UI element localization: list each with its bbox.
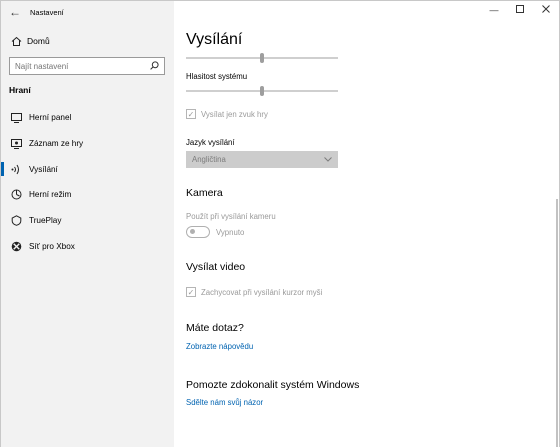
xbox-icon [9, 239, 23, 253]
camera-heading: Kamera [186, 187, 223, 199]
checkbox-label: Zachycovat při vysílání kurzor myši [201, 287, 323, 297]
sidebar-item-game-dvr[interactable]: Záznam ze hry [1, 131, 174, 157]
capture-cursor-checkbox[interactable]: ✓ Zachycovat při vysílání kurzor myši [186, 287, 322, 297]
main-content: — Vysílání Hlasitost systému ✓ Vysílat j… [174, 1, 559, 447]
toggle-switch[interactable] [186, 226, 210, 238]
help-heading: Máte dotaz? [186, 322, 244, 334]
system-volume-slider[interactable] [186, 86, 338, 96]
minimize-icon: — [489, 5, 499, 15]
language-dropdown[interactable]: Angličtina [186, 151, 338, 168]
sidebar-item-game-mode[interactable]: Herní režim [1, 182, 174, 208]
minimize-button[interactable]: — [481, 1, 507, 19]
app-title: Nastavení [30, 7, 64, 17]
back-button[interactable]: ← [1, 1, 29, 23]
toggle-knob [190, 229, 195, 234]
dropdown-value: Angličtina [192, 155, 226, 164]
checkbox-label: Vysílat jen zvuk hry [201, 109, 268, 119]
check-icon: ✓ [187, 287, 195, 297]
home-nav-item[interactable]: Domů [1, 31, 174, 51]
use-camera-label: Použít při vysílání kameru [186, 212, 276, 221]
check-icon: ✓ [187, 109, 195, 119]
game-mode-icon [9, 188, 23, 202]
close-icon [542, 5, 550, 15]
slider-thumb[interactable] [260, 53, 264, 63]
broadcast-icon [9, 162, 23, 176]
home-label: Domů [27, 36, 50, 46]
feedback-heading: Pomozte zdokonalit systém Windows [186, 379, 360, 391]
checkbox-box[interactable]: ✓ [186, 109, 196, 119]
game-bar-icon [9, 111, 23, 125]
sidebar-item-label: Záznam ze hry [29, 139, 84, 149]
volume-slider-top[interactable] [186, 53, 338, 63]
settings-window: ← Nastavení Domů Hraní Herní panel [0, 0, 560, 447]
sidebar-item-xbox-networking[interactable]: Síť pro Xbox [1, 233, 174, 259]
language-label: Jazyk vysílání [186, 138, 235, 147]
section-title: Hraní [9, 85, 31, 95]
home-icon [9, 36, 23, 47]
chevron-down-icon [324, 155, 332, 164]
sidebar-item-label: Herní panel [29, 113, 72, 123]
slider-thumb[interactable] [260, 86, 264, 96]
close-button[interactable] [533, 1, 559, 19]
maximize-icon [516, 5, 524, 15]
back-arrow-icon: ← [9, 5, 21, 19]
game-audio-only-checkbox[interactable]: ✓ Vysílat jen zvuk hry [186, 109, 268, 119]
window-controls: — [481, 1, 559, 19]
give-feedback-link[interactable]: Sdělte nám svůj názor [186, 398, 263, 407]
page-title: Vysílání [186, 31, 243, 48]
search-box[interactable] [9, 57, 165, 75]
trueplay-icon [9, 214, 23, 228]
get-help-link[interactable]: Zobrazte nápovědu [186, 342, 253, 351]
title-bar: ← Nastavení [1, 1, 174, 23]
maximize-button[interactable] [507, 1, 533, 19]
sidebar-nav: Herní panel Záznam ze hry Vysílání Herní… [1, 105, 174, 259]
sidebar-item-broadcast[interactable]: Vysílání [1, 156, 174, 182]
toggle-state-label: Vypnuto [216, 227, 245, 237]
broadcast-video-heading: Vysílat video [186, 261, 246, 273]
scrollbar[interactable] [556, 199, 558, 447]
game-dvr-icon [9, 137, 23, 151]
sidebar-item-label: Síť pro Xbox [29, 241, 75, 251]
sidebar-item-label: Herní režim [29, 190, 72, 200]
sidebar-item-trueplay[interactable]: TruePlay [1, 208, 174, 234]
system-volume-label: Hlasitost systému [186, 72, 248, 81]
checkbox-box[interactable]: ✓ [186, 287, 196, 297]
sidebar-item-label: TruePlay [29, 216, 62, 226]
sidebar-item-game-bar[interactable]: Herní panel [1, 105, 174, 131]
sidebar: ← Nastavení Domů Hraní Herní panel [1, 1, 174, 447]
sidebar-item-label: Vysílání [29, 164, 58, 174]
search-input[interactable] [15, 61, 145, 71]
camera-toggle[interactable]: Vypnuto [186, 226, 244, 238]
search-icon[interactable] [150, 60, 159, 72]
